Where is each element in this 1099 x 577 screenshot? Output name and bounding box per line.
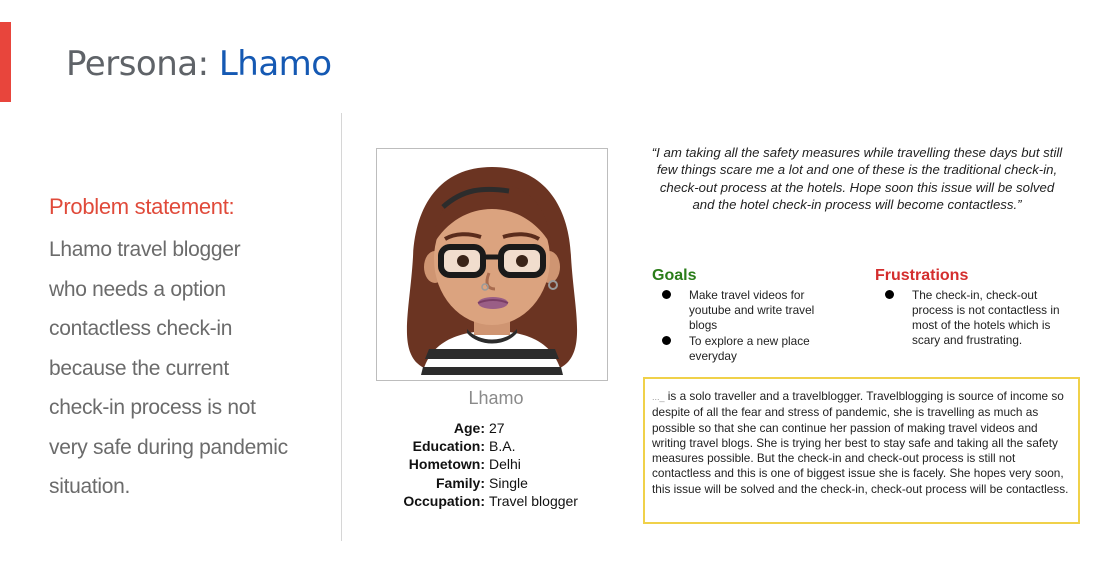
frustrations-list: The check-in, check-out process is not c… [885, 288, 1077, 349]
fact-hometown: Hometown: Delhi [392, 455, 578, 473]
persona-quote: “I am taking all the safety measures whi… [651, 145, 1063, 213]
problem-line: contactless check-in [49, 317, 233, 340]
fact-family: Family: Single [392, 474, 578, 492]
title-prefix: Persona: [66, 44, 219, 84]
persona-bio: ..._ is a solo traveller and a travelblo… [643, 377, 1080, 524]
fact-value: Delhi [489, 456, 521, 473]
persona-facts: Age: 27 Education: B.A. Hometown: Delhi Fam… [392, 419, 578, 510]
frustrations-heading: Frustrations [875, 267, 969, 284]
fact-value: B.A. [489, 438, 516, 455]
bio-prefix: ..._ [652, 392, 665, 402]
goal-text: Make travel videos for youtube and write… [689, 288, 815, 332]
avatar-illustration [377, 149, 607, 380]
goals-list: Make travel videos for youtube and write… [662, 288, 840, 365]
fact-label: Occupation: [403, 492, 485, 509]
fact-education: Education: B.A. [392, 437, 578, 455]
vertical-divider [341, 113, 342, 541]
bullet-icon [662, 290, 671, 299]
fact-label: Family: [435, 474, 485, 491]
problem-statement-text: Lhamo travel blogger who needs a option … [49, 230, 334, 507]
persona-avatar [376, 148, 608, 381]
problem-line: check-in process is not [49, 396, 256, 419]
problem-statement-heading: Problem statement: [49, 194, 235, 219]
fact-label: Age: [453, 420, 485, 436]
bullet-icon [885, 290, 894, 299]
fact-value: Travel blogger [489, 492, 578, 509]
goal-item: To explore a new place everyday [662, 334, 840, 364]
goal-text: To explore a new place everyday [689, 334, 810, 363]
fact-age: Age: 27 [392, 419, 578, 437]
problem-line: who needs a option [49, 277, 226, 301]
problem-line: situation. [49, 475, 131, 498]
fact-value: 27 [489, 420, 505, 436]
page-title: Persona: Lhamo [66, 44, 332, 84]
persona-name: Lhamo [468, 388, 524, 408]
bullet-icon [662, 336, 671, 345]
frustration-item: The check-in, check-out process is not c… [885, 288, 1077, 348]
title-persona-name: Lhamo [218, 44, 332, 84]
fact-label: Hometown: [408, 456, 485, 473]
fact-label: Education: [412, 438, 485, 455]
goal-item: Make travel videos for youtube and write… [662, 288, 840, 333]
goals-heading: Goals [652, 267, 697, 284]
problem-line: because the current [49, 356, 229, 380]
problem-line: Lhamo travel blogger [49, 238, 241, 261]
bio-text: is a solo traveller and a travelblogger.… [652, 389, 1069, 496]
accent-bar [0, 22, 11, 102]
frustration-text: The check-in, check-out process is not c… [912, 288, 1060, 347]
problem-line: very safe during pandemic [49, 435, 288, 459]
fact-value: Single [489, 474, 528, 491]
fact-occupation: Occupation: Travel blogger [392, 492, 578, 510]
